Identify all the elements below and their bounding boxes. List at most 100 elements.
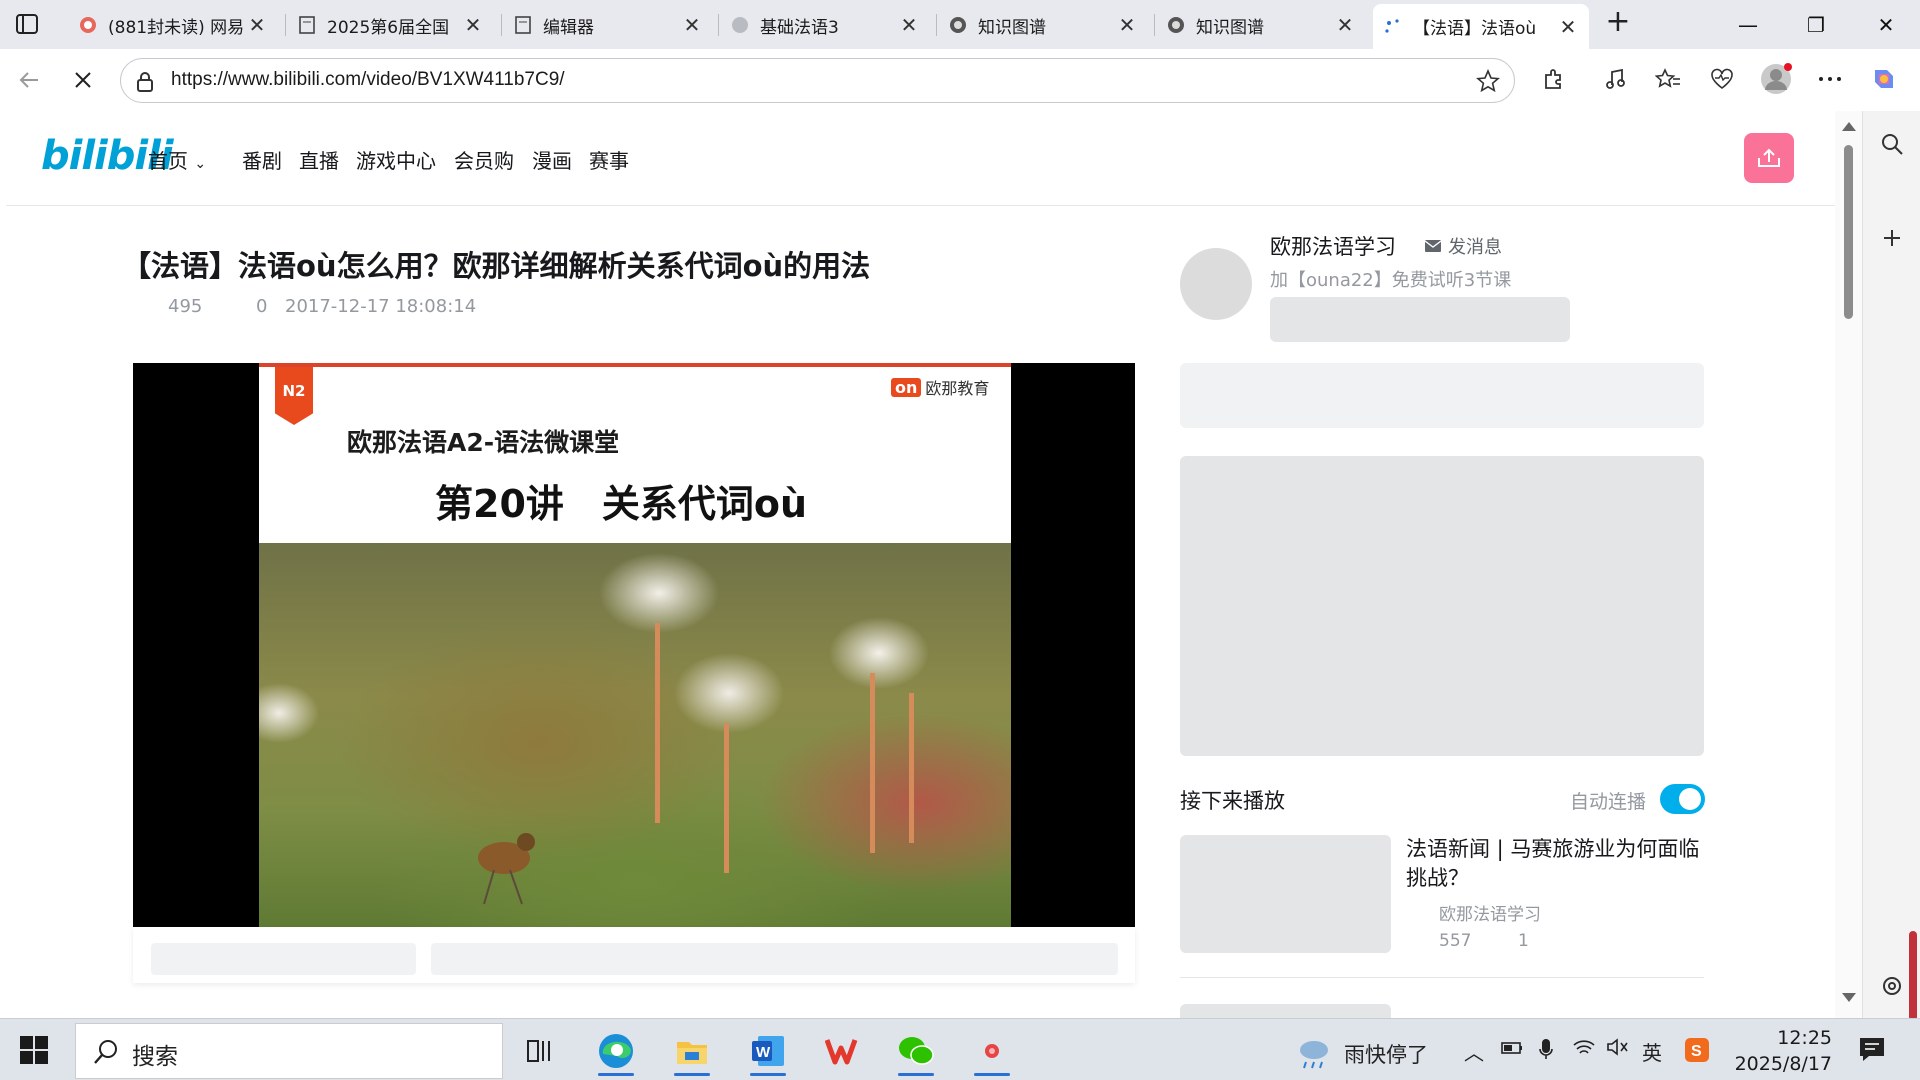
file-explorer-icon[interactable]	[656, 1026, 728, 1076]
recommend-author[interactable]: 欧那法语学习	[1439, 900, 1541, 925]
browser-tab-active[interactable]: 【法语】法语où ✕	[1373, 4, 1589, 49]
wifi-icon[interactable]	[1572, 1037, 1596, 1062]
scrollbar-thumb[interactable]	[1844, 145, 1853, 319]
nav-item-game-center[interactable]: 游戏中心	[356, 145, 436, 174]
follow-button-placeholder[interactable]	[1270, 297, 1570, 342]
close-icon[interactable]: ✕	[898, 13, 920, 37]
site-header: bilibili 首页 ⌄ 番剧 直播 游戏中心 会员购 漫画 赛事	[6, 111, 1835, 206]
stop-loading-icon[interactable]	[68, 65, 98, 95]
recommend-title[interactable]: 法语新闻 | 马赛旅游业为何面临挑战？	[1406, 835, 1706, 893]
back-icon[interactable]	[14, 65, 44, 95]
video-title: 【法语】法语où怎么用？欧那详细解析关系代词où的用法	[122, 249, 871, 283]
microphone-icon[interactable]	[1538, 1037, 1554, 1066]
recommend-thumbnail[interactable]	[1180, 835, 1391, 953]
close-icon[interactable]: ✕	[462, 13, 484, 37]
restore-button[interactable]: ❐	[1796, 9, 1836, 41]
scroll-up-icon[interactable]	[1842, 122, 1856, 131]
player-sendbar	[133, 927, 1135, 983]
system-clock[interactable]: 12:25 2025/8/17	[1732, 1025, 1832, 1077]
weather-text: 雨快停了	[1344, 1043, 1428, 1067]
url-text[interactable]: https://www.bilibili.com/video/BV1XW411b…	[171, 69, 565, 91]
close-icon[interactable]: ✕	[246, 13, 268, 37]
nav-item-home[interactable]: 首页 ⌄	[148, 145, 206, 174]
close-icon[interactable]: ✕	[1557, 15, 1579, 39]
mail-icon	[1424, 240, 1442, 252]
browser-tab[interactable]: 知识图谱 ✕	[1156, 6, 1366, 44]
word-app-icon[interactable]: W	[732, 1026, 804, 1076]
slide-heading: 第20讲 关系代词où	[435, 482, 808, 526]
input-method-indicator[interactable]: 英	[1642, 1037, 1662, 1066]
close-icon[interactable]: ✕	[1334, 13, 1356, 37]
close-window-button[interactable]: ✕	[1866, 9, 1906, 41]
edge-sidebar	[1862, 111, 1920, 1021]
up-next-heading: 接下来播放	[1180, 789, 1285, 813]
media-icon[interactable]	[1600, 63, 1632, 95]
video-player[interactable]: N2 on 欧那教育 欧那法语A2-语法微课堂 第20讲 关系代词où	[133, 363, 1135, 927]
recommend-danmaku: 1	[1518, 931, 1529, 951]
send-message-button[interactable]: 发消息	[1424, 233, 1502, 259]
weather-widget[interactable]: 雨快停了	[1296, 1037, 1428, 1071]
scroll-down-icon[interactable]	[1842, 993, 1856, 1002]
start-button[interactable]	[20, 1036, 48, 1064]
extensions-icon[interactable]	[1538, 63, 1570, 95]
nav-item-mall[interactable]: 会员购	[454, 145, 514, 174]
wechat-app-icon[interactable]	[880, 1026, 952, 1076]
volume-muted-icon[interactable]	[1606, 1037, 1630, 1062]
close-icon[interactable]: ✕	[681, 13, 703, 37]
recommend-thumbnail[interactable]	[1180, 1004, 1391, 1018]
bird-image	[478, 833, 535, 905]
mail-icon	[78, 15, 98, 35]
chevron-up-icon[interactable]: ︿	[1464, 1037, 1484, 1066]
browser-tab[interactable]: (881封未读) 网易 ✕	[68, 6, 278, 44]
minimize-button[interactable]: —	[1728, 9, 1768, 41]
battery-icon[interactable]	[1500, 1037, 1524, 1062]
task-view-icon[interactable]	[503, 1026, 575, 1076]
video-frame: N2 on 欧那教育 欧那法语A2-语法微课堂 第20讲 关系代词où	[259, 363, 1011, 927]
favorites-icon[interactable]	[1652, 63, 1684, 95]
browser-tab[interactable]: 编辑器 ✕	[503, 6, 713, 44]
search-icon[interactable]	[1877, 129, 1907, 159]
page-icon	[513, 15, 533, 35]
clock-time: 12:25	[1777, 1027, 1832, 1049]
recorder-app-icon[interactable]	[956, 1026, 1028, 1076]
nav-item-manga[interactable]: 漫画	[532, 145, 572, 174]
tab-actions-icon[interactable]	[14, 11, 40, 37]
profile-avatar[interactable]	[1760, 63, 1792, 95]
svg-text:W: W	[756, 1044, 771, 1061]
browser-tab[interactable]: 2025第6届全国 ✕	[287, 6, 494, 44]
edge-app-icon[interactable]	[580, 1026, 652, 1076]
nav-item-bangumi[interactable]: 番剧	[242, 145, 282, 174]
browser-essentials-icon[interactable]	[1706, 63, 1738, 95]
favorite-star-icon[interactable]	[1476, 68, 1500, 97]
address-bar[interactable]: https://www.bilibili.com/video/BV1XW411b…	[120, 58, 1515, 103]
autoplay-toggle[interactable]	[1660, 784, 1705, 814]
nav-item-live[interactable]: 直播	[299, 145, 339, 174]
copilot-icon[interactable]	[1868, 63, 1900, 95]
lock-icon[interactable]	[135, 71, 155, 97]
chevron-down-icon: ⌄	[194, 156, 207, 172]
close-icon[interactable]: ✕	[1116, 13, 1138, 37]
notification-icon[interactable]	[1857, 1035, 1887, 1068]
browser-tab[interactable]: 知识图谱 ✕	[938, 6, 1148, 44]
danmaku-list-placeholder	[1180, 363, 1704, 428]
uploader-description: 加【ouna22】免费试听3节课	[1270, 270, 1512, 291]
nav-item-esports[interactable]: 赛事	[589, 145, 629, 174]
browser-tab[interactable]: 基础法语3 ✕	[720, 6, 930, 44]
taskbar-search[interactable]: 搜索	[75, 1023, 503, 1079]
page-scrollbar[interactable]	[1835, 111, 1862, 1018]
sogou-ime-icon[interactable]: S	[1684, 1037, 1710, 1068]
rain-cloud-icon	[1300, 1041, 1328, 1069]
uploader-name[interactable]: 欧那法语学习	[1270, 231, 1396, 261]
svg-text:S: S	[1691, 1043, 1702, 1060]
new-tab-button[interactable]: +	[1603, 7, 1633, 38]
video-thumbnail-image	[259, 543, 1011, 927]
more-options-icon[interactable]	[1814, 63, 1846, 95]
wps-app-icon[interactable]	[808, 1026, 880, 1076]
danmaku-count: 0	[256, 296, 268, 317]
globe-icon	[948, 15, 968, 35]
settings-icon[interactable]	[1877, 971, 1907, 1001]
add-icon[interactable]	[1877, 223, 1907, 253]
upload-icon	[1758, 148, 1780, 167]
uploader-avatar[interactable]	[1180, 248, 1252, 320]
upload-button[interactable]	[1744, 133, 1794, 183]
